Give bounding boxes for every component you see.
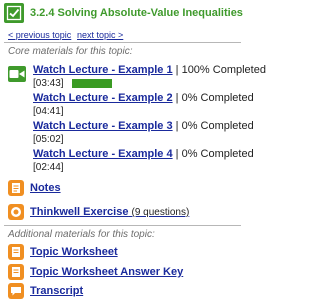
exercise-row: Thinkwell Exercise (9 questions) xyxy=(30,206,189,218)
thinkwell-exercise-link[interactable]: Thinkwell Exercise xyxy=(30,206,128,218)
lecture-row-1: Watch Lecture - Example 1 | 100% Complet… xyxy=(33,64,266,76)
additional-materials-label: Additional materials for this topic: xyxy=(8,229,155,240)
lecture-2-duration: [04:41] xyxy=(33,106,64,117)
divider xyxy=(4,42,241,43)
next-topic-link[interactable]: next topic > xyxy=(77,30,123,40)
lecture-2-status: | 0% Completed xyxy=(175,92,254,104)
video-camera-icon xyxy=(8,66,26,82)
topic-title: 3.2.4 Solving Absolute-Value Inequalitie… xyxy=(30,7,243,19)
previous-topic-link[interactable]: < previous topic xyxy=(8,30,71,40)
answer-key-icon xyxy=(8,264,24,280)
watch-lecture-example-2-link[interactable]: Watch Lecture - Example 2 xyxy=(33,92,173,104)
exercise-question-count: (9 questions) xyxy=(131,207,190,218)
worksheet-icon xyxy=(8,244,24,260)
notes-icon xyxy=(8,180,24,196)
divider xyxy=(4,225,241,226)
exercise-icon xyxy=(8,204,24,220)
lecture-row-3: Watch Lecture - Example 3 | 0% Completed xyxy=(33,120,254,132)
lecture-row-4: Watch Lecture - Example 4 | 0% Completed xyxy=(33,148,254,160)
lecture-4-duration: [02:44] xyxy=(33,162,64,173)
core-materials-label: Core materials for this topic: xyxy=(8,46,133,57)
lecture-1-duration: [03:43] xyxy=(33,78,64,89)
topic-header: 3.2.4 Solving Absolute-Value Inequalitie… xyxy=(0,0,245,26)
lecture-1-status: | 100% Completed xyxy=(175,64,266,76)
transcript-icon xyxy=(8,283,24,299)
lecture-row-2: Watch Lecture - Example 2 | 0% Completed xyxy=(33,92,254,104)
watch-lecture-example-3-link[interactable]: Watch Lecture - Example 3 xyxy=(33,120,173,132)
watch-lecture-example-1-link[interactable]: Watch Lecture - Example 1 xyxy=(33,64,173,76)
transcript-link[interactable]: Transcript xyxy=(30,285,83,297)
lecture-1-progress-bar xyxy=(72,79,112,88)
notes-link[interactable]: Notes xyxy=(30,182,61,194)
watch-lecture-example-4-link[interactable]: Watch Lecture - Example 4 xyxy=(33,148,173,160)
lecture-4-status: | 0% Completed xyxy=(175,148,254,160)
lecture-1-progress-fill xyxy=(72,79,112,88)
topic-worksheet-answer-key-link[interactable]: Topic Worksheet Answer Key xyxy=(30,266,183,278)
lecture-3-duration: [05:02] xyxy=(33,134,64,145)
lecture-3-status: | 0% Completed xyxy=(175,120,254,132)
topic-worksheet-link[interactable]: Topic Worksheet xyxy=(30,246,118,258)
check-icon xyxy=(4,3,24,23)
